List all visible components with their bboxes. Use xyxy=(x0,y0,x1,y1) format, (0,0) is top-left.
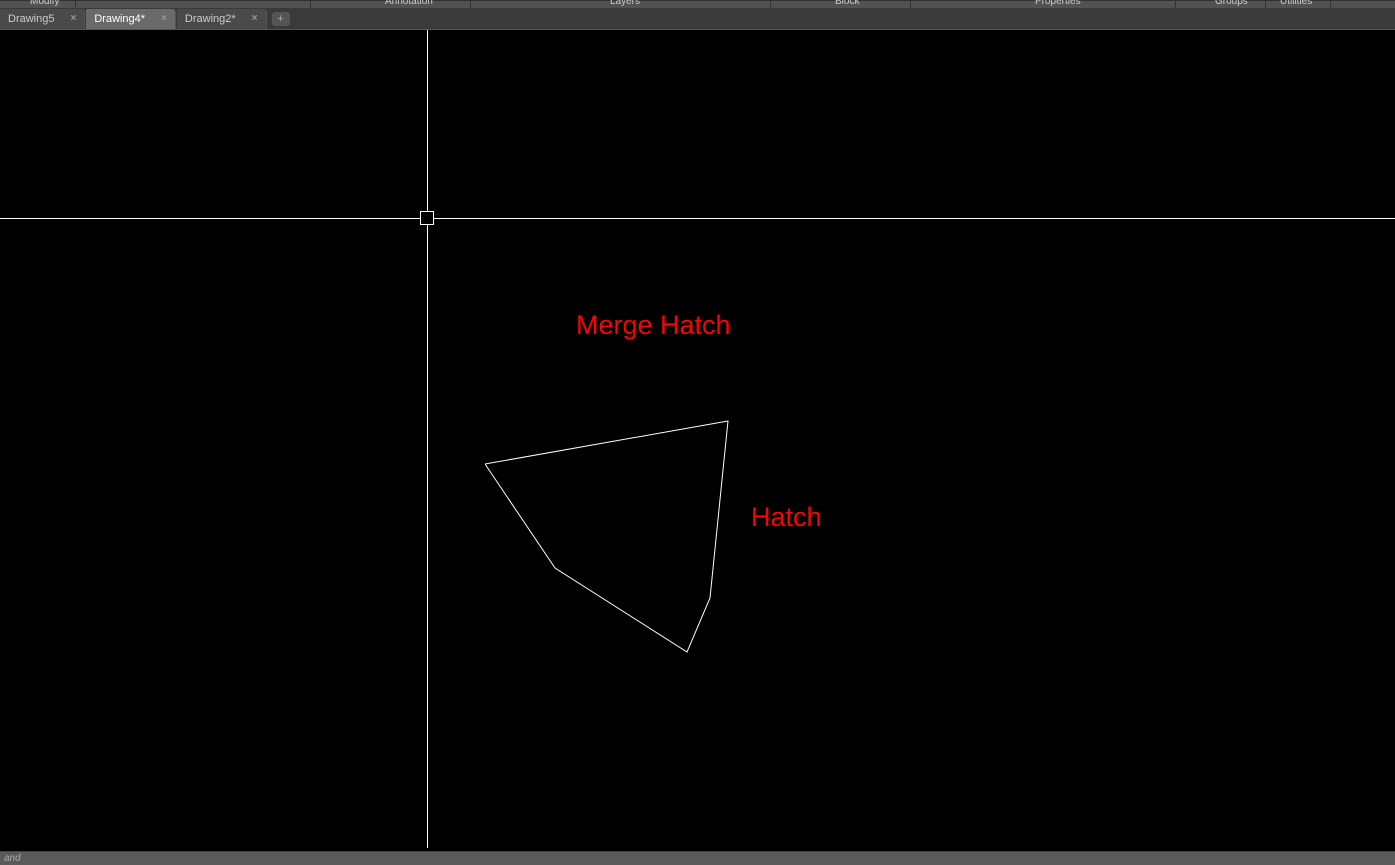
tab-drawing4[interactable]: Drawing4* × xyxy=(86,9,176,29)
text-hatch[interactable]: Hatch xyxy=(751,502,822,533)
ribbon-panel-labels: Modify Annotation Layers Block Propertie… xyxy=(0,0,1395,8)
ribbon-group-utilities: Utilities xyxy=(1280,0,1312,7)
new-tab-button[interactable]: + xyxy=(272,12,290,26)
ribbon-group-layers: Layers xyxy=(610,0,640,7)
command-hint: and xyxy=(4,853,21,864)
tab-drawing2[interactable]: Drawing2* × xyxy=(177,9,267,29)
close-icon[interactable]: × xyxy=(252,13,258,24)
crosshair-pickbox xyxy=(420,211,434,225)
ribbon-group-groups: Groups xyxy=(1215,0,1248,7)
drawing-tabs: Drawing5 × Drawing4* × Drawing2* × + xyxy=(0,8,1395,30)
ribbon-group-modify: Modify xyxy=(30,0,59,7)
tab-label: Drawing4* xyxy=(94,13,145,25)
plus-icon: + xyxy=(277,13,283,25)
tab-drawing5[interactable]: Drawing5 × xyxy=(0,9,85,29)
tab-label: Drawing2* xyxy=(185,13,236,25)
closed-polyline xyxy=(485,421,728,652)
close-icon[interactable]: × xyxy=(70,13,76,24)
drawing-canvas[interactable]: Merge Hatch Hatch xyxy=(0,30,1395,848)
crosshair-horizontal xyxy=(0,218,1395,219)
ribbon-group-block: Block xyxy=(835,0,859,7)
close-icon[interactable]: × xyxy=(161,13,167,24)
command-line[interactable]: and xyxy=(0,851,1395,865)
ribbon-group-annotation: Annotation xyxy=(385,0,433,7)
text-merge-hatch[interactable]: Merge Hatch xyxy=(576,310,731,341)
polyline-shape[interactable] xyxy=(485,418,745,668)
tab-label: Drawing5 xyxy=(8,13,54,25)
ribbon-group-properties: Properties xyxy=(1035,0,1081,7)
crosshair-vertical xyxy=(427,30,428,848)
